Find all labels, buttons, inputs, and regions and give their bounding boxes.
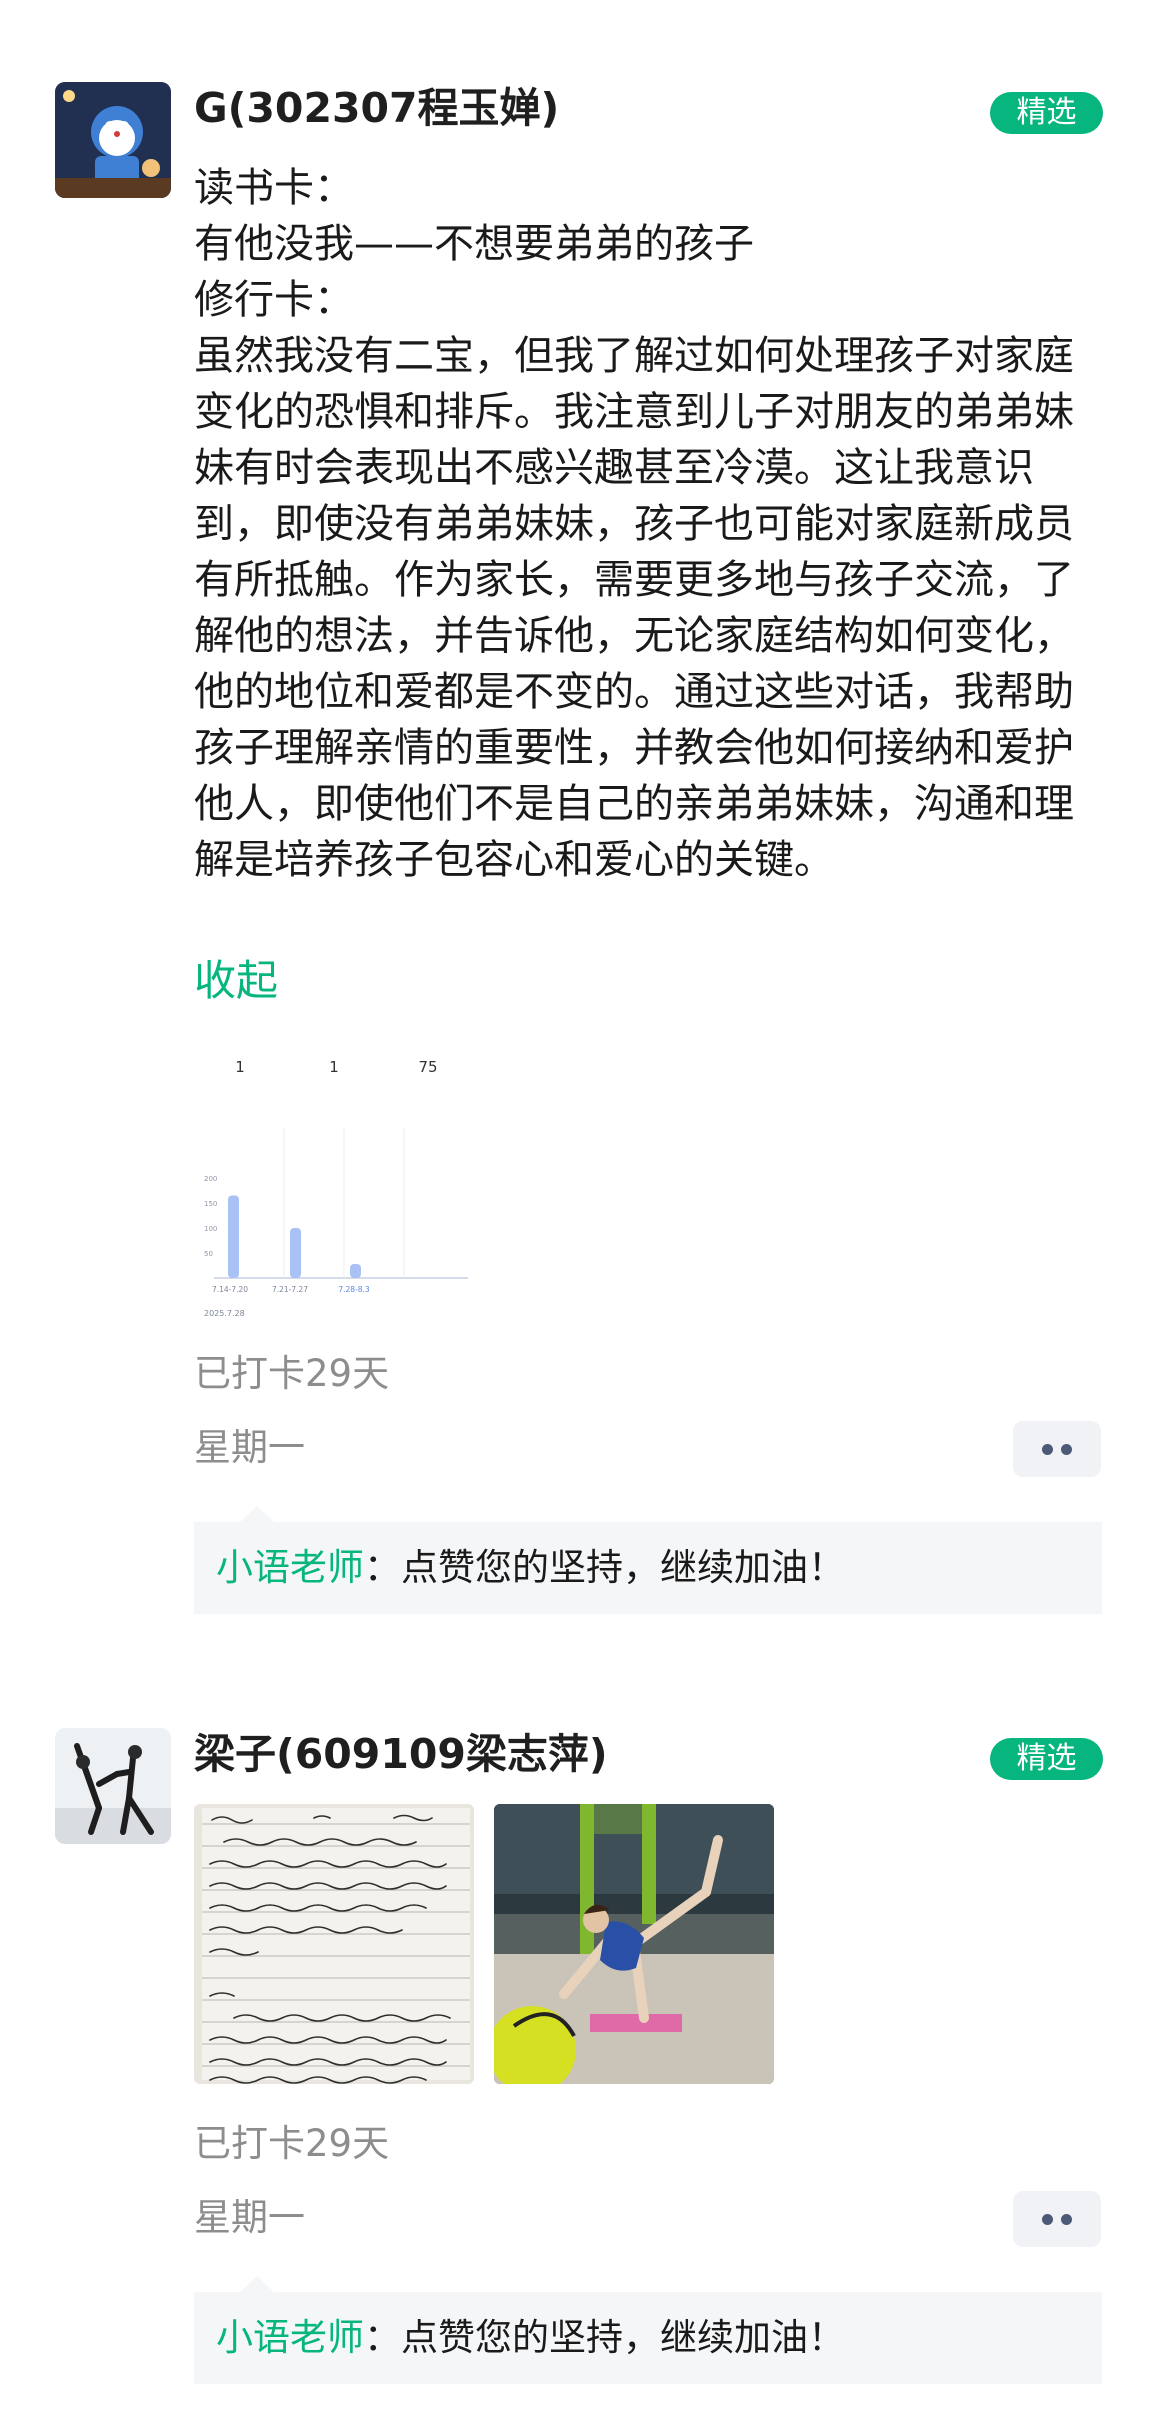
stats-value: 1 xyxy=(329,1058,339,1076)
yoga-pose-photo[interactable] xyxy=(494,1804,774,2084)
comment-author[interactable]: 小语老师 xyxy=(216,2316,364,2359)
avatar[interactable] xyxy=(55,82,171,198)
comment-box: 小语老师：点赞您的坚持，继续加油！ xyxy=(194,2276,1102,2384)
dot-icon xyxy=(1042,2214,1053,2225)
comment[interactable]: 小语老师：点赞您的坚持，继续加油！ xyxy=(216,1542,845,1594)
checkin-days: 已打卡29天 xyxy=(194,1352,390,1395)
stats-screenshot[interactable]: 1 1 75 200 150 100 50 7.14-7.20 7.21-7.27 7.28-… xyxy=(194,1038,474,1324)
comment-author[interactable]: 小语老师 xyxy=(216,1546,364,1589)
checkin-days: 已打卡29天 xyxy=(194,2122,390,2165)
post-content: 读书卡： 有他没我——不想要弟弟的孩子 修行卡： 虽然我没有二宝，但我了解过如何… xyxy=(194,160,1094,888)
username[interactable]: 梁子(609109梁志萍) xyxy=(194,1734,608,1775)
x-tick-label: 7.28-8.3 xyxy=(338,1285,370,1294)
comment-separator: ： xyxy=(364,2316,401,2359)
content-line: 修行卡： xyxy=(194,277,354,323)
y-tick-label: 100 xyxy=(204,1225,217,1233)
stats-chart: 1 1 75 200 150 100 50 7.14-7.20 7.21-7.27 7.28-… xyxy=(194,1038,474,1324)
content-line: 读书卡： xyxy=(194,165,354,211)
dot-icon xyxy=(1061,2214,1072,2225)
chart-bar xyxy=(228,1195,239,1278)
comment-text: 点赞您的坚持，继续加油！ xyxy=(401,2316,845,2359)
chart-bar xyxy=(290,1228,301,1278)
content-line: 虽然我没有二宝，但我了解过如何处理孩子对家庭变化的恐惧和排斥。我注意到儿子对朋友… xyxy=(194,333,1074,883)
comment[interactable]: 小语老师：点赞您的坚持，继续加油！ xyxy=(216,2312,845,2364)
x-tick-label: 7.21-7.27 xyxy=(272,1285,308,1294)
yoga-image xyxy=(494,1804,774,2084)
featured-badge: 精选 xyxy=(990,92,1103,134)
avatar[interactable] xyxy=(55,1728,171,1844)
x-tick-label: 7.14-7.20 xyxy=(212,1285,248,1294)
username[interactable]: G(302307程玉婵) xyxy=(194,88,559,129)
more-options-button[interactable] xyxy=(1013,2191,1101,2247)
handwritten-notes-photo[interactable] xyxy=(194,1804,474,2084)
chart-x-labels: 7.14-7.20 7.21-7.27 7.28-8.3 xyxy=(212,1285,370,1294)
avatar-image xyxy=(55,1728,171,1844)
collapse-link[interactable]: 收起 xyxy=(194,953,278,1009)
chart-date: 2025.7.28 xyxy=(204,1309,245,1318)
post-weekday: 星期一 xyxy=(194,1426,305,1469)
dot-icon xyxy=(1061,1444,1072,1455)
comment-box: 小语老师：点赞您的坚持，继续加油！ xyxy=(194,1506,1102,1614)
more-options-button[interactable] xyxy=(1013,1421,1101,1477)
y-tick-label: 150 xyxy=(204,1200,217,1208)
post-weekday: 星期一 xyxy=(194,2196,305,2239)
stats-value: 1 xyxy=(235,1058,245,1076)
chart-bar xyxy=(350,1264,361,1278)
content-line: 有他没我——不想要弟弟的孩子 xyxy=(194,221,754,267)
featured-badge: 精选 xyxy=(990,1738,1103,1780)
avatar-image xyxy=(55,82,171,198)
notes-image xyxy=(194,1804,474,2084)
dot-icon xyxy=(1042,1444,1053,1455)
y-tick-label: 200 xyxy=(204,1175,217,1183)
stats-value: 75 xyxy=(418,1058,437,1076)
y-tick-label: 50 xyxy=(204,1250,213,1258)
comment-separator: ： xyxy=(364,1546,401,1589)
comment-text: 点赞您的坚持，继续加油！ xyxy=(401,1546,845,1589)
